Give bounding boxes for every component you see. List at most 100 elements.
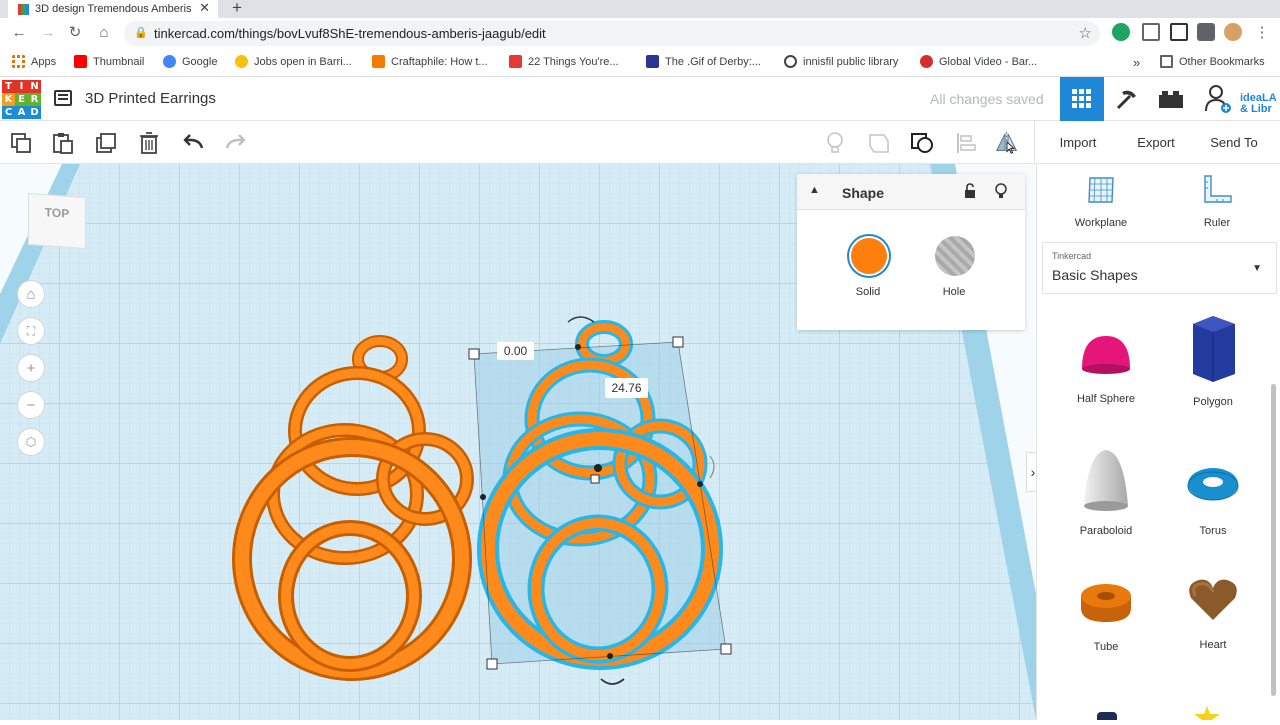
fit-view-button[interactable]: ⛶ xyxy=(17,317,45,345)
hole-swatch[interactable] xyxy=(935,236,975,276)
edge-handle[interactable] xyxy=(607,653,613,659)
duplicate-button[interactable] xyxy=(93,130,119,156)
bookmark-apps[interactable]: Apps xyxy=(12,55,56,68)
edge-handle[interactable] xyxy=(575,344,581,350)
width-dimension[interactable]: 0.00 xyxy=(497,342,534,360)
zoom-in-button[interactable]: + xyxy=(17,354,45,382)
shape-heart[interactable]: Heart xyxy=(1163,570,1263,651)
group-button[interactable] xyxy=(910,130,936,156)
bricks-button[interactable] xyxy=(1149,77,1193,121)
home-view-button[interactable]: ⌂ xyxy=(17,280,45,308)
shape-label: Half Sphere xyxy=(1076,393,1136,405)
import-button[interactable]: Import xyxy=(1048,130,1108,156)
shape-peek[interactable] xyxy=(1097,712,1117,720)
tinkercad-header: T I N K E R C A D 3D Printed Earrings Al… xyxy=(0,77,1280,121)
ruler-label: Ruler xyxy=(1203,217,1231,229)
bookmark-global-video[interactable]: Global Video - Bar... xyxy=(920,55,1037,68)
resize-handle[interactable] xyxy=(590,474,600,484)
zoom-out-button[interactable]: − xyxy=(17,391,45,419)
save-status: All changes saved xyxy=(930,91,1044,107)
profile-avatar[interactable] xyxy=(1224,23,1242,41)
mirror-button[interactable] xyxy=(994,130,1020,156)
logo-letter: I xyxy=(15,80,28,93)
extensions-puzzle-icon[interactable] xyxy=(1197,23,1215,41)
logo-letter: D xyxy=(28,106,41,119)
bookmark-label: Thumbnail xyxy=(93,55,145,68)
bookmark-innisfil-library[interactable]: innisfil public library xyxy=(784,55,898,68)
edge-handle[interactable] xyxy=(697,481,703,487)
tab-close-icon[interactable]: ✕ xyxy=(199,0,210,16)
back-icon[interactable]: ← xyxy=(9,23,29,43)
height-handle[interactable] xyxy=(594,464,602,472)
shape-polygon[interactable]: Polygon xyxy=(1163,312,1263,408)
other-bookmarks[interactable]: Other Bookmarks xyxy=(1160,55,1265,68)
forward-icon[interactable]: → xyxy=(38,23,58,43)
panel-scrollbar[interactable] xyxy=(1271,384,1276,696)
browser-tab[interactable]: 3D design Tremendous Amberis ✕ xyxy=(8,0,218,18)
bookmarks-overflow[interactable]: » xyxy=(1133,55,1140,70)
shape-half-sphere[interactable]: Half Sphere xyxy=(1056,324,1156,405)
design-title[interactable]: 3D Printed Earrings xyxy=(85,90,216,107)
resize-handle[interactable] xyxy=(720,643,732,655)
bookmark-thumbnail[interactable]: Thumbnail xyxy=(74,55,144,68)
home-icon[interactable]: ⌂ xyxy=(94,23,114,43)
bookmark-star-icon[interactable]: ☆ xyxy=(1079,21,1092,46)
shape-label: Polygon xyxy=(1193,396,1233,408)
paste-button[interactable] xyxy=(50,130,76,156)
resize-handle[interactable] xyxy=(468,348,480,360)
bookmark-label: Google xyxy=(182,55,218,68)
3d-view-button[interactable] xyxy=(1060,77,1104,121)
resize-handle[interactable] xyxy=(672,336,684,348)
speech-bubble-button[interactable] xyxy=(866,130,892,156)
tab-title: 3D design Tremendous Amberis xyxy=(35,3,192,15)
resize-handle[interactable] xyxy=(486,658,498,670)
shape-tube[interactable]: Tube xyxy=(1056,572,1156,653)
height-dimension[interactable]: 24.76 xyxy=(605,378,648,398)
bookmark-label: Global Video - Bar... xyxy=(939,55,1038,68)
collapse-caret-icon[interactable]: ▲ xyxy=(809,184,820,196)
grammarly-extension-icon[interactable] xyxy=(1112,23,1130,41)
solid-swatch[interactable] xyxy=(849,236,889,276)
bookmark-craftaphile[interactable]: Craftaphile: How t... xyxy=(372,55,488,68)
copy-button[interactable] xyxy=(8,130,34,156)
view-cube[interactable]: TOP xyxy=(28,192,86,250)
bookmark-jobs[interactable]: Jobs open in Barri... xyxy=(235,55,352,68)
redo-button[interactable] xyxy=(222,130,248,156)
ruler-tool[interactable]: Ruler xyxy=(1177,174,1257,229)
url-field[interactable]: 🔒 tinkercad.com/things/bovLvuf8ShE-treme… xyxy=(124,21,1100,46)
edge-handle[interactable] xyxy=(480,494,486,500)
design-list-icon[interactable] xyxy=(54,90,72,106)
lock-icon[interactable] xyxy=(964,183,976,198)
light-bulb-icon[interactable] xyxy=(995,183,1007,199)
perspective-button[interactable]: ⬡ xyxy=(17,428,45,456)
plus-icon: + xyxy=(26,359,36,377)
url-text: tinkercad.com/things/bovLvuf8ShE-tremend… xyxy=(154,26,546,41)
send-to-button[interactable]: Send To xyxy=(1204,130,1264,156)
shape-paraboloid[interactable]: Paraboloid xyxy=(1056,446,1156,537)
calculator-extension-icon[interactable] xyxy=(1170,23,1188,41)
star-shape-peek[interactable] xyxy=(1192,704,1222,720)
bookmark-label: The .Gif of Derby:... xyxy=(665,55,761,68)
shape-torus[interactable]: Torus xyxy=(1163,456,1263,537)
workplane-icon xyxy=(1088,177,1114,203)
notes-button[interactable] xyxy=(822,130,848,156)
tinkercad-logo[interactable]: T I N K E R C A D xyxy=(2,80,41,119)
bookmark-22-things[interactable]: 22 Things You're... xyxy=(509,55,619,68)
google-icon xyxy=(163,55,176,68)
delete-button[interactable] xyxy=(136,130,162,156)
extension-grid-icon[interactable] xyxy=(1142,23,1160,41)
blocks-button[interactable] xyxy=(1105,77,1149,121)
bookmark-google[interactable]: Google xyxy=(163,55,217,68)
browser-menu-icon[interactable]: ⋮ xyxy=(1252,23,1272,43)
shape-library-select[interactable]: Tinkercad Basic Shapes ▼ xyxy=(1042,242,1277,294)
user-account-button[interactable] xyxy=(1196,77,1240,121)
undo-button[interactable] xyxy=(181,130,207,156)
library-provider: Tinkercad xyxy=(1052,251,1092,261)
new-tab-icon[interactable]: + xyxy=(232,0,242,18)
user-add-icon xyxy=(1205,85,1231,113)
export-button[interactable]: Export xyxy=(1126,130,1186,156)
align-button[interactable] xyxy=(953,130,979,156)
reload-icon[interactable]: ↻ xyxy=(65,23,85,43)
bookmark-gif-of-derby[interactable]: The .Gif of Derby:... xyxy=(646,55,761,68)
workplane-tool[interactable]: Workplane xyxy=(1061,174,1141,229)
